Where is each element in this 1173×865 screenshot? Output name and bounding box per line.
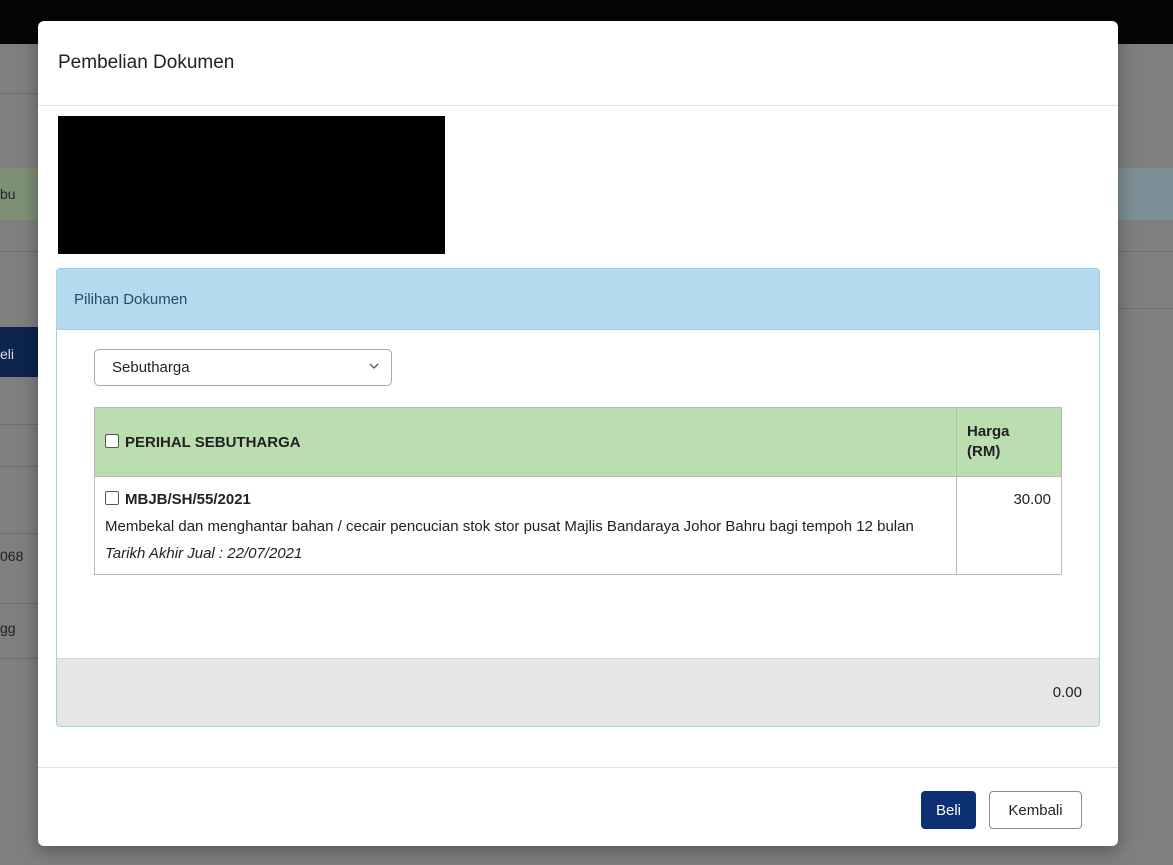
item-price: 30.00 (956, 476, 1062, 575)
chevron-down-icon (369, 363, 379, 369)
background-divider (1118, 251, 1173, 252)
modal-footer: Beli Kembali (38, 767, 1118, 846)
item-checkbox[interactable] (105, 491, 119, 505)
background-text-fragment: 068 (0, 548, 24, 564)
item-end-date: Tarikh Akhir Jual : 22/07/2021 (105, 545, 303, 562)
background-divider (1118, 308, 1173, 309)
table-row: MBJB/SH/55/2021 Membekal dan menghantar … (94, 476, 1062, 575)
background-text-fragment: gg (0, 620, 16, 636)
background-divider (0, 251, 38, 252)
harga-header: Harga (RM) (956, 407, 1062, 477)
buy-button[interactable]: Beli (921, 791, 976, 829)
background-text-fragment: eli (0, 346, 15, 362)
document-type-selected-value: Sebutharga (112, 359, 190, 376)
background-divider (0, 466, 38, 467)
modal-title: Pembelian Dokumen (58, 52, 235, 73)
document-type-select[interactable]: Sebutharga (94, 349, 392, 386)
background-divider (0, 93, 38, 94)
document-options-panel: Pilihan Dokumen Sebutharga PERIHAL SEBUT… (56, 268, 1100, 727)
select-all-checkbox[interactable] (105, 433, 119, 448)
harga-header-line2: (RM) (967, 443, 1001, 460)
panel-footer: 0.00 (57, 658, 1099, 726)
redacted-block (58, 116, 445, 254)
perihal-header: PERIHAL SEBUTHARGA (94, 407, 957, 477)
back-button[interactable]: Kembali (989, 791, 1082, 829)
background-divider (0, 603, 38, 604)
item-code: MBJB/SH/55/2021 (125, 491, 251, 508)
background-text-fragment: bu (0, 186, 16, 202)
panel-heading-label: Pilihan Dokumen (74, 290, 188, 308)
panel-heading: Pilihan Dokumen (57, 269, 1099, 330)
item-description: Membekal dan menghantar bahan / cecair p… (105, 518, 914, 535)
background-divider (0, 658, 38, 659)
modal-header: Pembelian Dokumen (38, 21, 1118, 106)
purchase-document-modal: Pembelian Dokumen Pilihan Dokumen Sebuth… (38, 21, 1118, 846)
background-divider (0, 424, 38, 425)
document-table: PERIHAL SEBUTHARGA Harga (RM) MBJB/SH/55… (94, 407, 1062, 575)
background-band (1118, 168, 1173, 220)
table-header-row: PERIHAL SEBUTHARGA Harga (RM) (94, 407, 1062, 477)
harga-header-line1: Harga (967, 423, 1010, 440)
total-amount: 0.00 (1052, 684, 1082, 701)
perihal-header-label: PERIHAL SEBUTHARGA (125, 433, 301, 451)
background-divider (0, 533, 38, 534)
perihal-cell: MBJB/SH/55/2021 Membekal dan menghantar … (94, 476, 957, 575)
